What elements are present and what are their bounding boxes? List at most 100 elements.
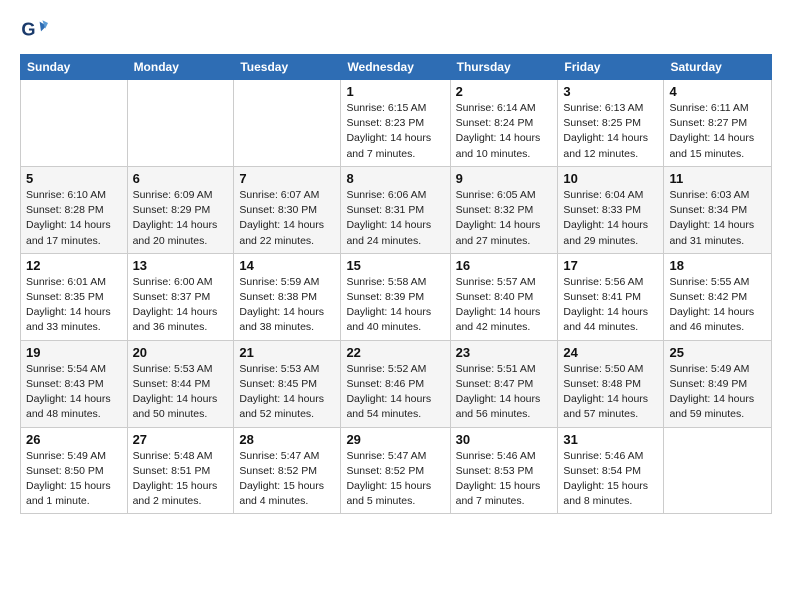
header-row: SundayMondayTuesdayWednesdayThursdayFrid… xyxy=(21,55,772,80)
col-header-saturday: Saturday xyxy=(664,55,772,80)
day-info: Sunrise: 5:46 AMSunset: 8:54 PMDaylight:… xyxy=(563,449,658,510)
svg-text:G: G xyxy=(21,20,35,40)
col-header-sunday: Sunday xyxy=(21,55,128,80)
calendar-cell: 16 Sunrise: 5:57 AMSunset: 8:40 PMDayligh… xyxy=(450,253,558,340)
day-number: 31 xyxy=(563,432,658,447)
day-number: 2 xyxy=(456,84,553,99)
day-number: 1 xyxy=(346,84,444,99)
calendar-cell: 6Sunrise: 6:09 AMSunset: 8:29 PMDaylight… xyxy=(127,166,234,253)
day-info: Sunrise: 5:57 AMSunset: 8:40 PMDaylight:… xyxy=(456,275,553,336)
logo-icon: G xyxy=(20,16,48,44)
day-number: 29 xyxy=(346,432,444,447)
day-number: 26 xyxy=(26,432,122,447)
calendar-cell: 18 Sunrise: 5:55 AMSunset: 8:42 PMDayligh… xyxy=(664,253,772,340)
calendar-cell: 31 Sunrise: 5:46 AMSunset: 8:54 PMDayligh… xyxy=(558,427,664,514)
day-number: 18 xyxy=(669,258,766,273)
logo: G xyxy=(20,16,52,44)
day-number: 17 xyxy=(563,258,658,273)
day-info: Sunrise: 5:47 AMSunset: 8:52 PMDaylight:… xyxy=(346,449,444,510)
calendar-cell: 3 Sunrise: 6:13 AMSunset: 8:25 PMDaylight… xyxy=(558,80,664,167)
calendar-cell: 10Sunrise: 6:04 AMSunset: 8:33 PMDayligh… xyxy=(558,166,664,253)
week-row-3: 12Sunrise: 6:01 AMSunset: 8:35 PMDayligh… xyxy=(21,253,772,340)
day-info: Sunrise: 5:55 AMSunset: 8:42 PMDaylight:… xyxy=(669,275,766,336)
day-number: 27 xyxy=(133,432,229,447)
week-row-1: 1 Sunrise: 6:15 AMSunset: 8:23 PMDaylight… xyxy=(21,80,772,167)
header: G xyxy=(20,16,772,44)
calendar-cell: 11 Sunrise: 6:03 AMSunset: 8:34 PMDayligh… xyxy=(664,166,772,253)
day-number: 30 xyxy=(456,432,553,447)
day-info: Sunrise: 5:47 AMSunset: 8:52 PMDaylight:… xyxy=(239,449,335,510)
day-number: 15 xyxy=(346,258,444,273)
day-number: 23 xyxy=(456,345,553,360)
day-number: 19 xyxy=(26,345,122,360)
day-info: Sunrise: 6:13 AMSunset: 8:25 PMDaylight:… xyxy=(563,101,658,162)
day-info: Sunrise: 5:50 AMSunset: 8:48 PMDaylight:… xyxy=(563,362,658,423)
calendar-header: SundayMondayTuesdayWednesdayThursdayFrid… xyxy=(21,55,772,80)
day-info: Sunrise: 6:01 AMSunset: 8:35 PMDaylight:… xyxy=(26,275,122,336)
day-info: Sunrise: 6:15 AMSunset: 8:23 PMDaylight:… xyxy=(346,101,444,162)
calendar-cell: 20 Sunrise: 5:53 AMSunset: 8:44 PMDayligh… xyxy=(127,340,234,427)
week-row-5: 26 Sunrise: 5:49 AMSunset: 8:50 PMDayligh… xyxy=(21,427,772,514)
calendar: SundayMondayTuesdayWednesdayThursdayFrid… xyxy=(20,54,772,514)
day-info: Sunrise: 6:14 AMSunset: 8:24 PMDaylight:… xyxy=(456,101,553,162)
calendar-cell: 21 Sunrise: 5:53 AMSunset: 8:45 PMDayligh… xyxy=(234,340,341,427)
day-number: 6 xyxy=(133,171,229,186)
calendar-cell: 13 Sunrise: 6:00 AMSunset: 8:37 PMDayligh… xyxy=(127,253,234,340)
day-number: 16 xyxy=(456,258,553,273)
day-number: 8 xyxy=(346,171,444,186)
day-info: Sunrise: 5:49 AMSunset: 8:49 PMDaylight:… xyxy=(669,362,766,423)
day-info: Sunrise: 6:06 AMSunset: 8:31 PMDaylight:… xyxy=(346,188,444,249)
day-info: Sunrise: 6:10 AMSunset: 8:28 PMDaylight:… xyxy=(26,188,122,249)
day-number: 22 xyxy=(346,345,444,360)
calendar-cell: 29 Sunrise: 5:47 AMSunset: 8:52 PMDayligh… xyxy=(341,427,450,514)
day-number: 13 xyxy=(133,258,229,273)
day-info: Sunrise: 6:05 AMSunset: 8:32 PMDaylight:… xyxy=(456,188,553,249)
day-number: 3 xyxy=(563,84,658,99)
calendar-body: 1 Sunrise: 6:15 AMSunset: 8:23 PMDaylight… xyxy=(21,80,772,514)
day-number: 11 xyxy=(669,171,766,186)
day-info: Sunrise: 6:00 AMSunset: 8:37 PMDaylight:… xyxy=(133,275,229,336)
calendar-cell: 22 Sunrise: 5:52 AMSunset: 8:46 PMDayligh… xyxy=(341,340,450,427)
day-info: Sunrise: 5:49 AMSunset: 8:50 PMDaylight:… xyxy=(26,449,122,510)
calendar-cell: 26 Sunrise: 5:49 AMSunset: 8:50 PMDayligh… xyxy=(21,427,128,514)
page: G SundayMondayTuesdayWednesdayThursdayFr… xyxy=(0,0,792,612)
col-header-monday: Monday xyxy=(127,55,234,80)
week-row-2: 5Sunrise: 6:10 AMSunset: 8:28 PMDaylight… xyxy=(21,166,772,253)
col-header-wednesday: Wednesday xyxy=(341,55,450,80)
calendar-cell: 5Sunrise: 6:10 AMSunset: 8:28 PMDaylight… xyxy=(21,166,128,253)
day-number: 20 xyxy=(133,345,229,360)
day-number: 7 xyxy=(239,171,335,186)
calendar-cell: 28 Sunrise: 5:47 AMSunset: 8:52 PMDayligh… xyxy=(234,427,341,514)
calendar-cell: 4Sunrise: 6:11 AMSunset: 8:27 PMDaylight… xyxy=(664,80,772,167)
day-info: Sunrise: 6:11 AMSunset: 8:27 PMDaylight:… xyxy=(669,101,766,162)
calendar-cell: 8 Sunrise: 6:06 AMSunset: 8:31 PMDaylight… xyxy=(341,166,450,253)
calendar-cell xyxy=(21,80,128,167)
day-info: Sunrise: 6:04 AMSunset: 8:33 PMDaylight:… xyxy=(563,188,658,249)
day-info: Sunrise: 5:53 AMSunset: 8:44 PMDaylight:… xyxy=(133,362,229,423)
calendar-cell: 9 Sunrise: 6:05 AMSunset: 8:32 PMDaylight… xyxy=(450,166,558,253)
day-info: Sunrise: 6:03 AMSunset: 8:34 PMDaylight:… xyxy=(669,188,766,249)
week-row-4: 19Sunrise: 5:54 AMSunset: 8:43 PMDayligh… xyxy=(21,340,772,427)
day-info: Sunrise: 5:58 AMSunset: 8:39 PMDaylight:… xyxy=(346,275,444,336)
calendar-cell: 30Sunrise: 5:46 AMSunset: 8:53 PMDayligh… xyxy=(450,427,558,514)
col-header-friday: Friday xyxy=(558,55,664,80)
calendar-cell: 23Sunrise: 5:51 AMSunset: 8:47 PMDayligh… xyxy=(450,340,558,427)
day-number: 28 xyxy=(239,432,335,447)
day-info: Sunrise: 5:52 AMSunset: 8:46 PMDaylight:… xyxy=(346,362,444,423)
calendar-cell xyxy=(664,427,772,514)
day-number: 25 xyxy=(669,345,766,360)
calendar-cell: 12Sunrise: 6:01 AMSunset: 8:35 PMDayligh… xyxy=(21,253,128,340)
col-header-tuesday: Tuesday xyxy=(234,55,341,80)
day-info: Sunrise: 5:48 AMSunset: 8:51 PMDaylight:… xyxy=(133,449,229,510)
day-info: Sunrise: 5:59 AMSunset: 8:38 PMDaylight:… xyxy=(239,275,335,336)
day-number: 24 xyxy=(563,345,658,360)
calendar-cell: 17Sunrise: 5:56 AMSunset: 8:41 PMDayligh… xyxy=(558,253,664,340)
col-header-thursday: Thursday xyxy=(450,55,558,80)
day-number: 21 xyxy=(239,345,335,360)
calendar-cell: 25 Sunrise: 5:49 AMSunset: 8:49 PMDayligh… xyxy=(664,340,772,427)
calendar-cell: 15 Sunrise: 5:58 AMSunset: 8:39 PMDayligh… xyxy=(341,253,450,340)
day-info: Sunrise: 6:07 AMSunset: 8:30 PMDaylight:… xyxy=(239,188,335,249)
calendar-cell: 14Sunrise: 5:59 AMSunset: 8:38 PMDayligh… xyxy=(234,253,341,340)
day-number: 9 xyxy=(456,171,553,186)
day-info: Sunrise: 5:53 AMSunset: 8:45 PMDaylight:… xyxy=(239,362,335,423)
